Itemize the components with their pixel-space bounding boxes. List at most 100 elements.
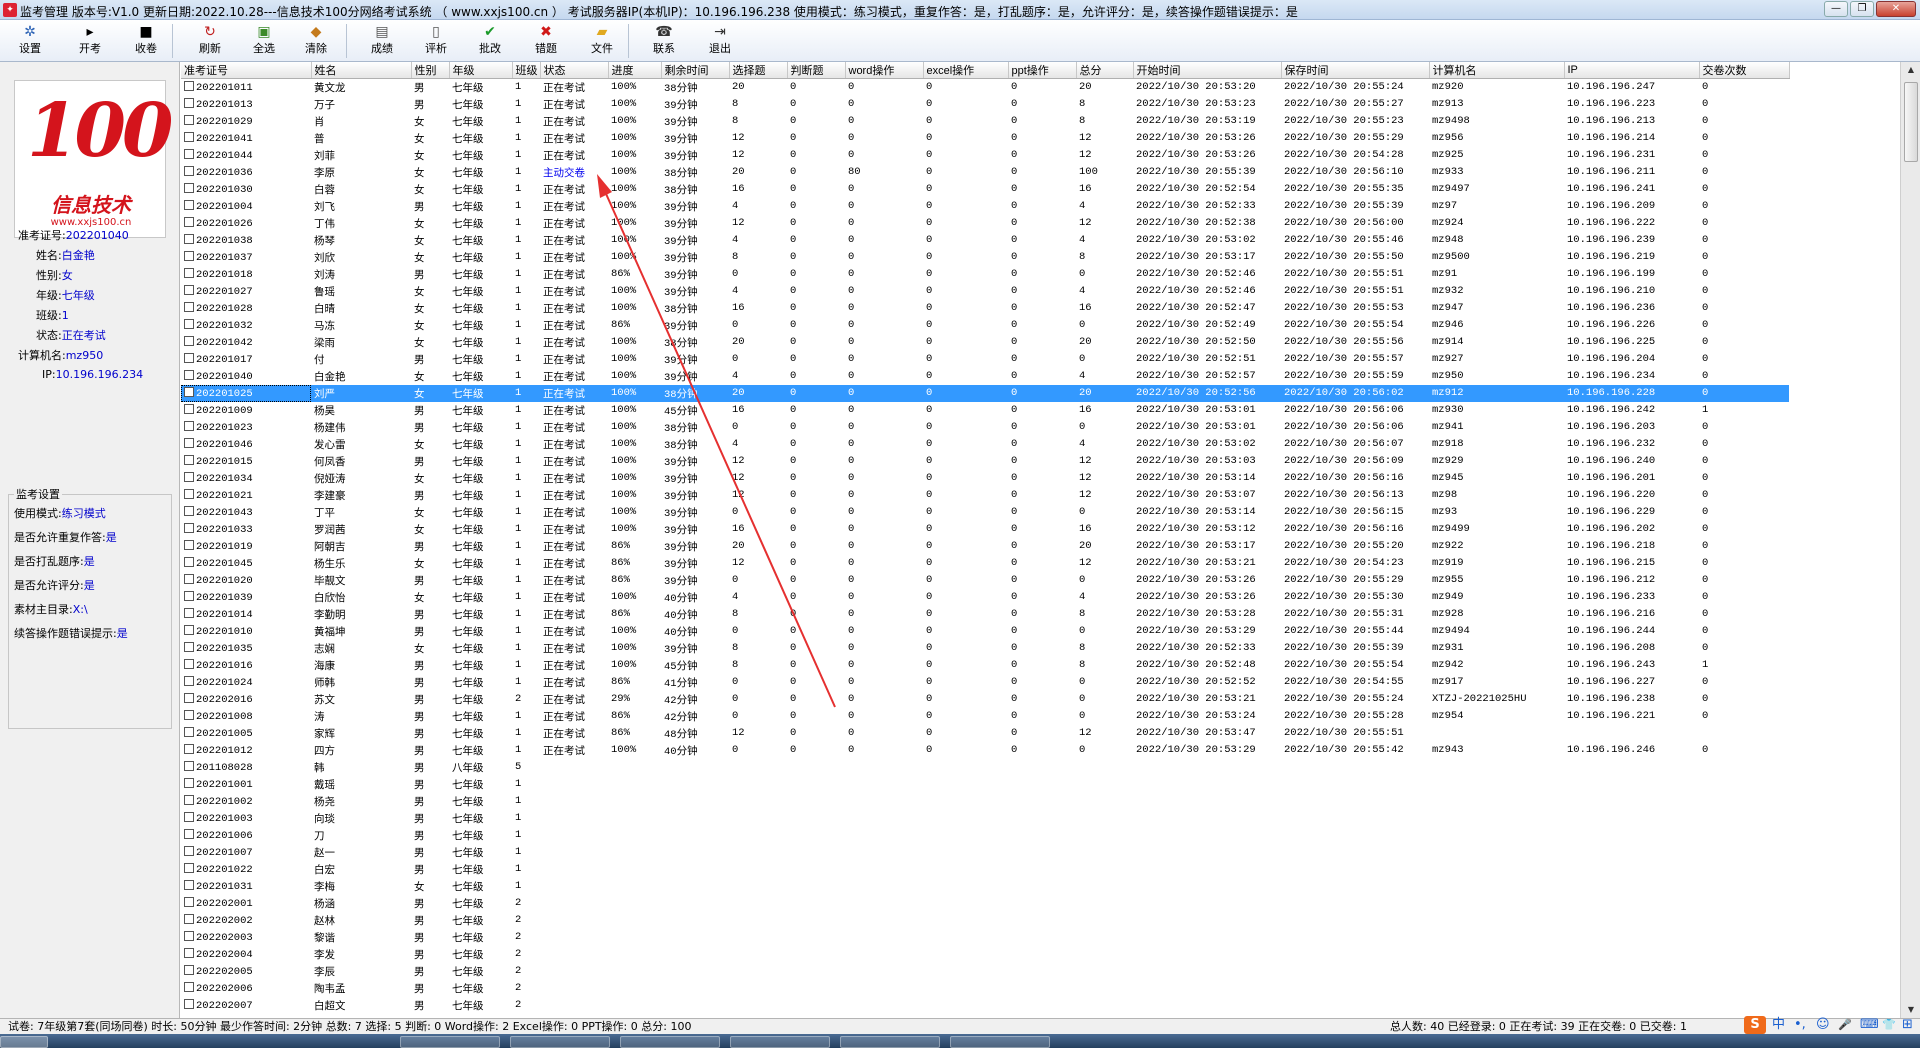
row-checkbox[interactable] xyxy=(184,879,194,890)
column-header[interactable]: 进度 xyxy=(608,62,662,79)
table-row[interactable]: 202201018 刘涛 男 七年级 1 正在考试 86% 39分钟 0 0 0 0 0 0 2022/10… xyxy=(181,266,1789,283)
taskbar-item[interactable] xyxy=(400,1036,500,1048)
table-row[interactable]: 202202004 李发 男 七年级 2 xyxy=(181,946,1789,963)
table-cell[interactable]: 202201014 xyxy=(181,606,311,623)
column-header[interactable]: word操作 xyxy=(845,62,924,79)
column-header[interactable]: IP xyxy=(1564,62,1700,79)
table-row[interactable]: 202201029 肖 女 七年级 1 正在考试 100% 39分钟 8 0 0 0 0 8 2022/10… xyxy=(181,113,1789,130)
row-checkbox[interactable] xyxy=(184,114,194,125)
open-exam-button[interactable]: ▸ 开考 xyxy=(66,23,114,59)
table-cell[interactable]: 202201004 xyxy=(181,198,311,215)
table-cell[interactable]: 202201019 xyxy=(181,538,311,555)
table-row[interactable]: 202201031 李梅 女 七年级 1 xyxy=(181,878,1789,895)
row-checkbox[interactable] xyxy=(184,760,194,771)
table-cell[interactable]: 202202003 xyxy=(181,929,311,946)
table-cell[interactable]: 202201008 xyxy=(181,708,311,725)
table-cell[interactable]: 202202007 xyxy=(181,997,311,1014)
collect-button[interactable]: ■ 收卷 xyxy=(122,23,170,59)
row-checkbox[interactable] xyxy=(184,284,194,295)
table-row[interactable]: 202201045 杨生乐 女 七年级 1 正在考试 86% 39分钟 12 0 0 0 0 12 2022… xyxy=(181,555,1789,572)
column-header[interactable]: 准考证号 xyxy=(181,62,312,79)
table-row[interactable]: 202201022 白宏 男 七年级 1 xyxy=(181,861,1789,878)
row-checkbox[interactable] xyxy=(184,658,194,669)
taskbar-item[interactable] xyxy=(620,1036,720,1048)
column-header[interactable]: 保存时间 xyxy=(1281,62,1430,79)
ime-microphone-icon[interactable]: 🎤 xyxy=(1838,1016,1852,1034)
table-cell[interactable]: 202201046 xyxy=(181,436,311,453)
table-row[interactable]: 202201030 白蓉 女 七年级 1 正在考试 100% 38分钟 16 0 0 0 0 16 2022… xyxy=(181,181,1789,198)
ime-emoji-icon[interactable]: ☺ xyxy=(1816,1016,1830,1034)
table-row[interactable]: 202202006 陶韦孟 男 七年级 2 xyxy=(181,980,1789,997)
row-checkbox[interactable] xyxy=(184,590,194,601)
table-row[interactable]: 202202005 李辰 男 七年级 2 xyxy=(181,963,1789,980)
table-cell[interactable]: 202201010 xyxy=(181,623,311,640)
table-row[interactable]: 202201027 鲁瑶 女 七年级 1 正在考试 100% 39分钟 4 0 0 0 0 4 2022/1… xyxy=(181,283,1789,300)
row-checkbox[interactable] xyxy=(184,505,194,516)
row-checkbox[interactable] xyxy=(184,539,194,550)
wrong-button[interactable]: ✖ 错题 xyxy=(522,23,570,59)
table-cell[interactable]: 202201023 xyxy=(181,419,311,436)
table-row[interactable]: 202202002 赵林 男 七年级 2 xyxy=(181,912,1789,929)
minimize-button[interactable]: — xyxy=(1824,1,1848,17)
table-cell[interactable]: 202201044 xyxy=(181,147,311,164)
row-checkbox[interactable] xyxy=(184,454,194,465)
table-row[interactable]: 202201012 四方 男 七年级 1 正在考试 100% 40分钟 0 0 0 0 0 0 2022/1… xyxy=(181,742,1789,759)
taskbar-item[interactable] xyxy=(730,1036,830,1048)
row-checkbox[interactable] xyxy=(184,199,194,210)
table-row[interactable]: 202202003 黎谐 男 七年级 2 xyxy=(181,929,1789,946)
exit-button[interactable]: ⇥ 退出 xyxy=(696,23,744,59)
table-cell[interactable]: 202201002 xyxy=(181,793,311,810)
table-row[interactable]: 202201021 李建豪 男 七年级 1 正在考试 100% 39分钟 12 0 0 0 0 12 202… xyxy=(181,487,1789,504)
row-checkbox[interactable] xyxy=(184,828,194,839)
column-header[interactable]: ppt操作 xyxy=(1008,62,1077,79)
row-checkbox[interactable] xyxy=(184,182,194,193)
column-header[interactable]: 班级 xyxy=(512,62,541,79)
row-checkbox[interactable] xyxy=(184,913,194,924)
table-row[interactable]: 202201026 丁伟 女 七年级 1 正在考试 100% 39分钟 12 0 0 0 0 12 2022… xyxy=(181,215,1789,232)
table-cell[interactable]: 202202001 xyxy=(181,895,311,912)
row-checkbox[interactable] xyxy=(184,777,194,788)
table-cell[interactable]: 202201036 xyxy=(181,164,311,181)
settings-button[interactable]: ✲ 设置 xyxy=(6,23,54,59)
taskbar-item[interactable] xyxy=(840,1036,940,1048)
table-cell[interactable]: 202201025 xyxy=(181,384,311,402)
row-checkbox[interactable] xyxy=(184,318,194,329)
table-cell[interactable]: 202201042 xyxy=(181,334,311,351)
table-row[interactable]: 202201033 罗润茜 女 七年级 1 正在考试 100% 39分钟 16 0 0 0 0 16 202… xyxy=(181,521,1789,538)
row-checkbox[interactable] xyxy=(184,148,194,159)
table-cell[interactable]: 202201009 xyxy=(181,402,311,419)
refresh-button[interactable]: ↻ 刷新 xyxy=(186,23,234,59)
table-row[interactable]: 202201023 杨建伟 男 七年级 1 正在考试 100% 38分钟 0 0 0 0 0 0 2022/… xyxy=(181,419,1789,436)
ime-punctuation-icon[interactable]: •, xyxy=(1794,1016,1806,1034)
column-header[interactable]: 年级 xyxy=(449,62,513,79)
row-checkbox[interactable] xyxy=(184,80,194,91)
table-row[interactable]: 202201013 万子 男 七年级 1 正在考试 100% 39分钟 8 0 0 0 0 8 2022/1… xyxy=(181,96,1789,113)
table-row[interactable]: 202201016 海康 男 七年级 1 正在考试 100% 45分钟 8 0 0 0 0 8 2022/1… xyxy=(181,657,1789,674)
table-row[interactable]: 202201001 戴瑶 男 七年级 1 xyxy=(181,776,1789,793)
table-row[interactable]: 202201034 倪娅涛 女 七年级 1 正在考试 100% 39分钟 12 0 0 0 0 12 202… xyxy=(181,470,1789,487)
files-button[interactable]: ▰ 文件 xyxy=(578,23,626,59)
table-row[interactable]: 202201014 李勤明 男 七年级 1 正在考试 86% 40分钟 8 0 0 0 0 8 2022/1… xyxy=(181,606,1789,623)
row-checkbox[interactable] xyxy=(184,845,194,856)
table-row[interactable]: 202201035 志娴 女 七年级 1 正在考试 100% 39分钟 8 0 0 0 0 8 2022/1… xyxy=(181,640,1789,657)
row-checkbox[interactable] xyxy=(184,862,194,873)
column-header[interactable]: excel操作 xyxy=(923,62,1009,79)
table-row[interactable]: 202201017 付 男 七年级 1 正在考试 100% 39分钟 0 0 0 0 0 0 2022/10… xyxy=(181,351,1789,368)
table-cell[interactable]: 202201022 xyxy=(181,861,311,878)
row-checkbox[interactable] xyxy=(184,352,194,363)
taskbar-item[interactable] xyxy=(510,1036,610,1048)
ime-keyboard-icon[interactable]: ⌨ xyxy=(1860,1016,1879,1034)
mark-button[interactable]: ✔ 批改 xyxy=(466,23,514,59)
table-cell[interactable]: 202201028 xyxy=(181,300,311,317)
table-cell[interactable]: 202201020 xyxy=(181,572,311,589)
column-header[interactable]: 姓名 xyxy=(311,62,412,79)
column-header[interactable]: 状态 xyxy=(540,62,609,79)
ime-language[interactable]: 中 xyxy=(1772,1016,1785,1034)
row-checkbox[interactable] xyxy=(184,267,194,278)
table-row[interactable]: 202201003 向琰 男 七年级 1 xyxy=(181,810,1789,827)
table-row[interactable]: 201108028 韩 男 八年级 5 xyxy=(181,759,1789,776)
row-checkbox[interactable] xyxy=(184,369,194,380)
taskbar-item[interactable] xyxy=(950,1036,1050,1048)
row-checkbox[interactable] xyxy=(184,437,194,448)
table-row[interactable]: 202201007 赵一 男 七年级 1 xyxy=(181,844,1789,861)
